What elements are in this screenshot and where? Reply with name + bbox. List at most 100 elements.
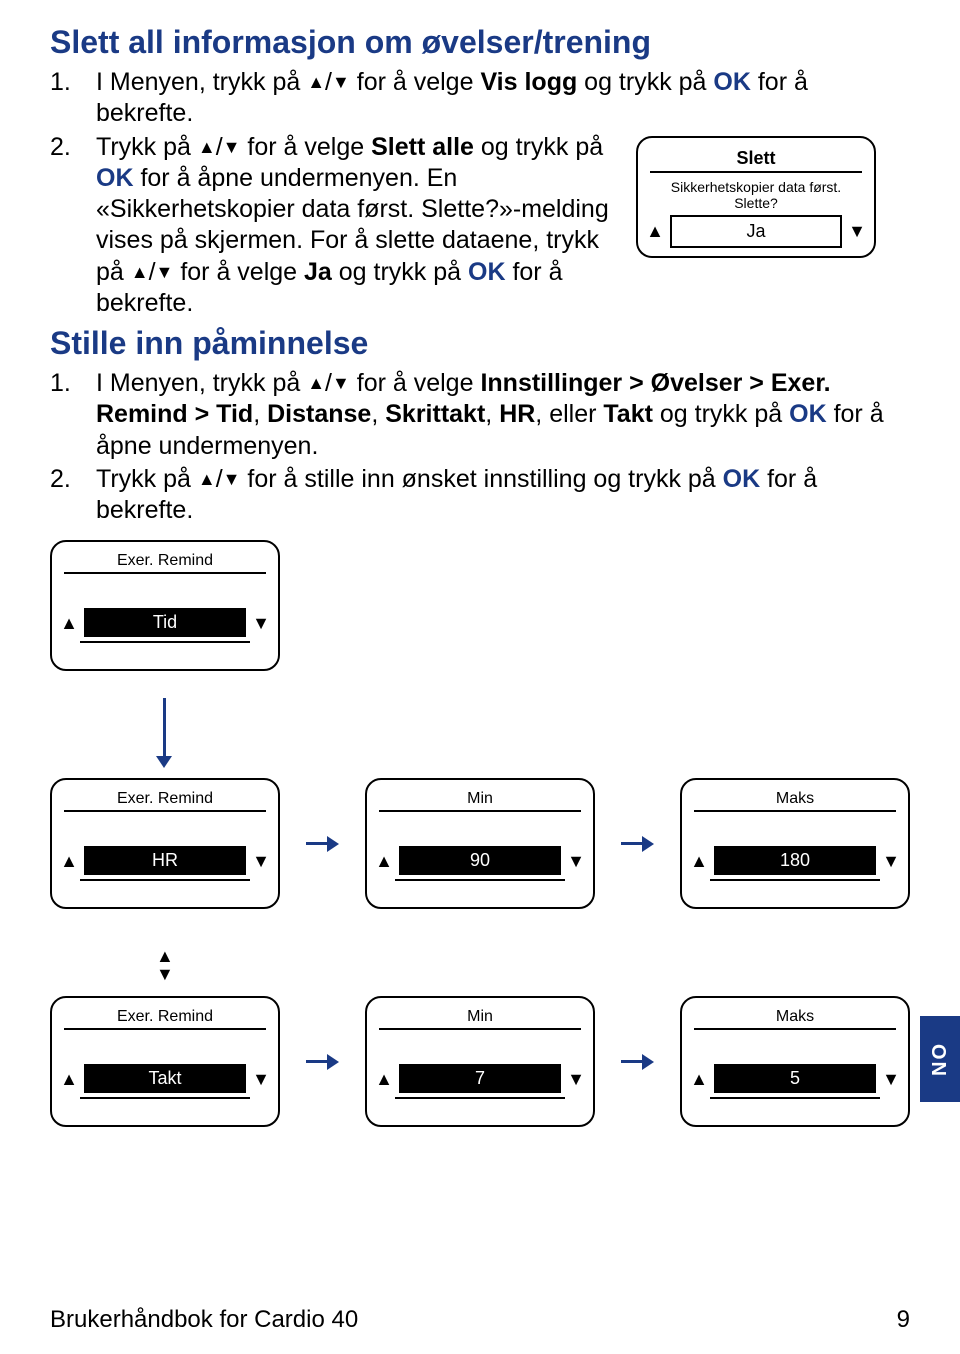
section1-step2: 2. Trykk på / for å velge Slett alle og … [50,132,910,320]
triangle-down-icon[interactable]: ▼ [567,852,585,870]
device-title: Maks [694,1008,896,1030]
device-title: Exer. Remind [64,552,266,574]
screen-flow-diagram: Exer. Remind ▲ Tid ▼ Exer. Remind ▲ HR ▼ [50,540,910,1160]
footer-page-number: 9 [897,1306,910,1334]
triangle-up-icon [198,468,216,491]
device-selected-value[interactable]: Tid [84,608,246,637]
device-title: Min [379,1008,581,1030]
triangle-up-icon[interactable]: ▲ [690,852,708,870]
triangle-up-icon[interactable]: ▲ [375,1070,393,1088]
device-selected-value[interactable]: Ja [670,215,842,248]
device-title: Exer. Remind [64,1008,266,1030]
triangle-up-icon [131,261,149,284]
device-blank-row [80,1097,250,1117]
triangle-down-icon[interactable]: ▼ [252,1070,270,1088]
arrow-right-icon [306,834,339,854]
device-screen-min-7: Min ▲ 7 ▼ [365,996,595,1127]
arrow-right-icon [621,834,654,854]
triangle-down-icon[interactable]: ▼ [882,1070,900,1088]
txt: I Menyen, trykk på [96,68,307,96]
device-selected-value[interactable]: 90 [399,846,561,875]
device-subtitle: Sikkerhetskopier data først. Slette? [646,177,866,213]
device-blank [690,1034,900,1062]
emphasis: Distanse [267,400,371,428]
txt: , [485,400,499,428]
up-down-indicator: ▲ ▼ [156,940,174,990]
triangle-up-icon[interactable]: ▲ [60,1070,78,1088]
step-number: 1. [50,368,76,399]
device-screen-maks-180: Maks ▲ 180 ▼ [680,778,910,909]
txt: , [371,400,385,428]
emphasis: Slett alle [371,133,474,161]
device-screen-min-90: Min ▲ 90 ▼ [365,778,595,909]
triangle-down-icon[interactable]: ▼ [567,1070,585,1088]
ok-label: OK [789,400,827,428]
ok-label: OK [713,68,751,96]
triangle-up-icon[interactable]: ▲ [60,852,78,870]
txt: og trykk på [332,258,468,286]
triangle-down-icon [223,136,241,159]
device-selected-value[interactable]: Takt [84,1064,246,1093]
ok-label: OK [96,164,134,192]
triangle-up-icon[interactable]: ▲ [646,222,664,240]
device-blank-row [395,879,565,899]
device-blank [60,1034,270,1062]
step-number: 2. [50,132,76,163]
side-tab-label: NO [929,1042,952,1076]
section2-step2: 2. Trykk på / for å stille inn ønsket in… [50,464,910,527]
triangle-down-icon[interactable]: ▼ [848,222,866,240]
device-screen-maks-5: Maks ▲ 5 ▼ [680,996,910,1127]
device-blank-row [710,1097,880,1117]
step-number: 2. [50,464,76,495]
device-blank [375,1034,585,1062]
triangle-down-icon [332,71,350,94]
txt: og trykk på [653,400,789,428]
device-selected-value[interactable]: 5 [714,1064,876,1093]
txt: , eller [535,400,603,428]
triangle-up-icon[interactable]: ▲ [60,614,78,632]
emphasis: Takt [603,400,653,428]
triangle-up-icon [307,372,325,395]
triangle-down-icon[interactable]: ▼ [882,852,900,870]
txt: for å stille inn ønsket innstilling og t… [240,465,722,493]
triangle-up-icon [198,136,216,159]
txt: for å velge [240,133,371,161]
device-screen-tid: Exer. Remind ▲ Tid ▼ [50,540,280,671]
device-screen-hr: Exer. Remind ▲ HR ▼ [50,778,280,909]
step-text: I Menyen, trykk på / for å velge Vis log… [96,67,910,130]
device-selected-value[interactable]: 7 [399,1064,561,1093]
txt: Trykk på [96,465,198,493]
device-blank [690,816,900,844]
step-text: I Menyen, trykk på / for å velge Innstil… [96,368,910,462]
device-blank-row [710,879,880,899]
ok-label: OK [468,258,506,286]
emphasis: Ja [304,258,332,286]
triangle-up-icon: ▲ [156,947,174,965]
device-title: Maks [694,790,896,812]
triangle-down-icon [223,468,241,491]
triangle-down-icon[interactable]: ▼ [252,852,270,870]
emphasis: Skrittakt [385,400,485,428]
device-title: Exer. Remind [64,790,266,812]
txt: for å velge [173,258,304,286]
device-selected-value[interactable]: 180 [714,846,876,875]
section1-step1: 1. I Menyen, trykk på / for å velge Vis … [50,67,910,130]
triangle-down-icon[interactable]: ▼ [252,614,270,632]
emphasis: Vis logg [480,68,577,96]
triangle-up-icon[interactable]: ▲ [690,1070,708,1088]
txt: for å velge [350,68,481,96]
arrow-right-icon [621,1052,654,1072]
triangle-up-icon[interactable]: ▲ [375,852,393,870]
device-blank-row [80,641,250,661]
emphasis: HR [499,400,535,428]
heading-delete-all: Slett all informasjon om øvelser/trening [50,24,910,61]
triangle-up-icon [307,71,325,94]
txt: for å velge [350,369,481,397]
device-blank-row [395,1097,565,1117]
device-blank [60,578,270,606]
triangle-down-icon: ▼ [156,965,174,983]
txt: og trykk på [577,68,713,96]
device-screen-delete-confirm: Slett Sikkerhetskopier data først. Slett… [636,136,876,258]
device-selected-value[interactable]: HR [84,846,246,875]
arrow-down-icon [154,698,174,768]
